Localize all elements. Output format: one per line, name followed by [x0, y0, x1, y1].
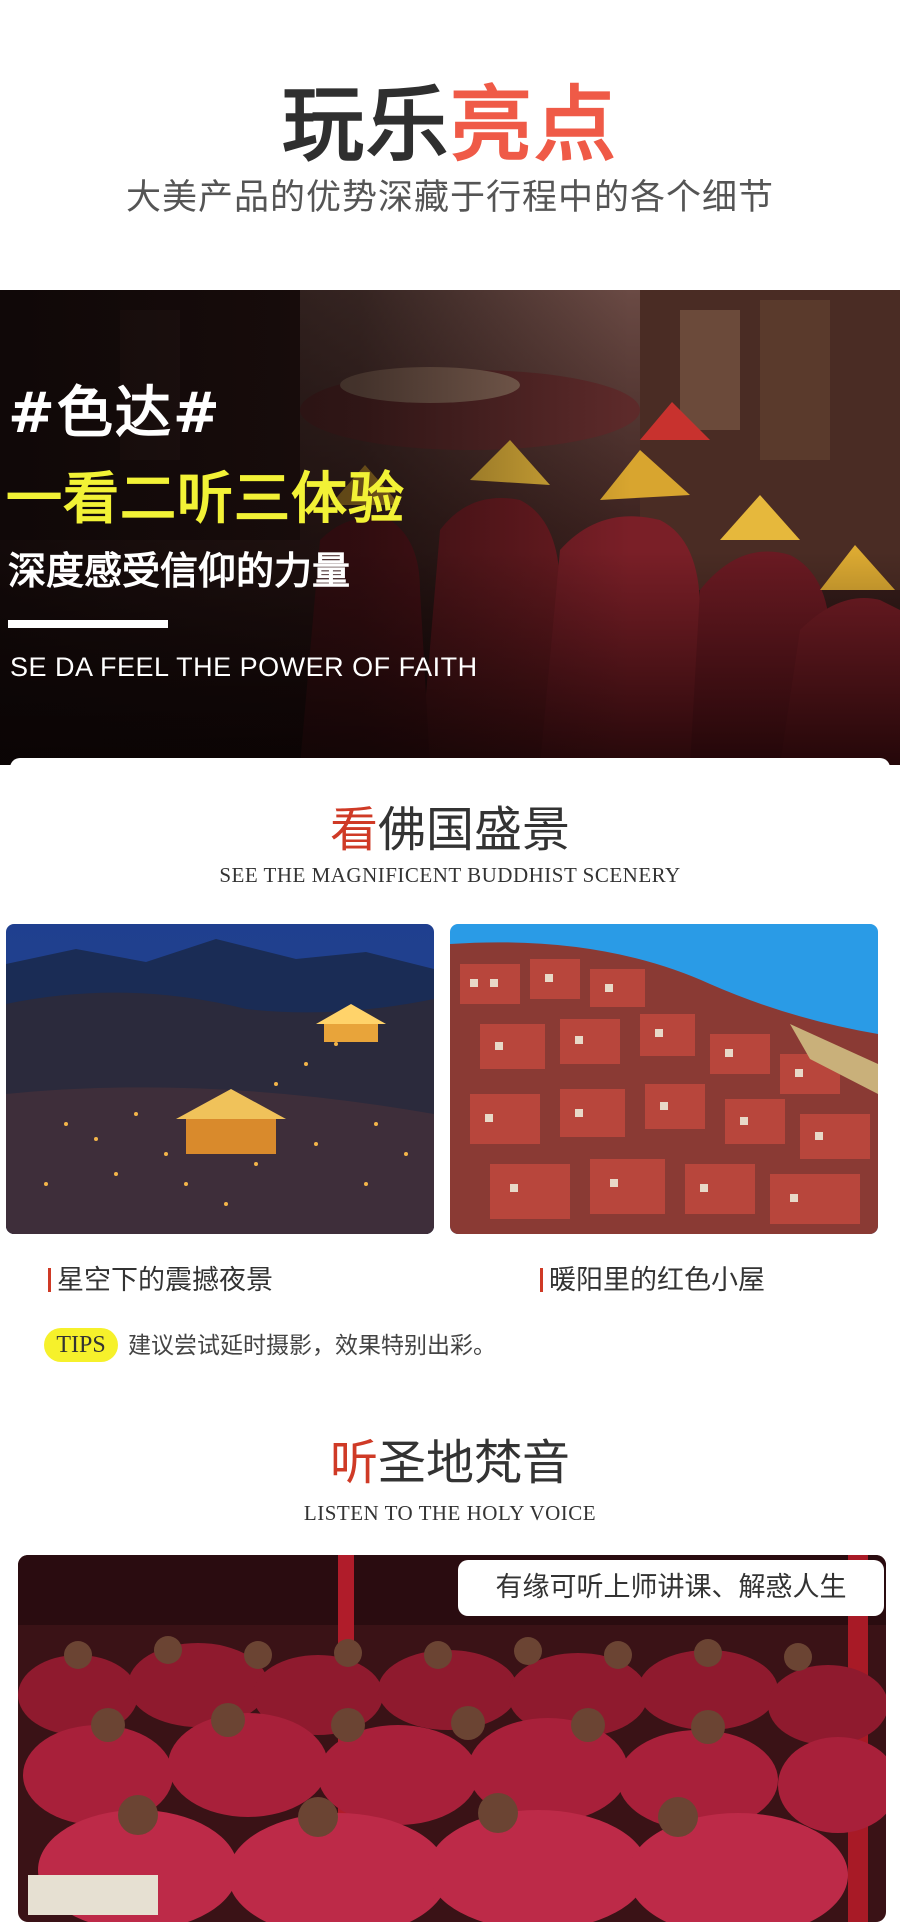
scenery-english: SEE THE MAGNIFICENT BUDDHIST SCENERY: [219, 863, 681, 887]
red-houses-caption-text: 暖阳里的红色小屋: [549, 1265, 765, 1296]
night-scene-image: [6, 924, 434, 1234]
page: 玩乐亮点 大美产品的优势深藏于行程中的各个细节 #色达# 一看二听三体验 深度感…: [0, 0, 900, 1928]
night-view-photo: [6, 924, 434, 1234]
hero-divider: [8, 620, 168, 628]
voice-title: 听圣地梵音: [0, 1435, 900, 1491]
voice-english: LISTEN TO THE HOLY VOICE: [303, 1501, 597, 1525]
title-accent: 亮点: [450, 78, 619, 173]
page-subtitle: 大美产品的优势深藏于行程中的各个细节: [125, 178, 774, 218]
red-houses-image: [450, 924, 878, 1234]
hero-subtitle: 深度感受信仰的力量: [8, 549, 351, 593]
page-title: 玩乐亮点: [0, 78, 900, 174]
red-houses-photo: [450, 924, 878, 1234]
scenery-title-accent: 看: [329, 802, 378, 858]
voice-caption-bubble: 有缘可听上师讲课、解惑人生: [458, 1560, 884, 1616]
scenery-title: 看佛国盛景: [0, 802, 900, 858]
hero-tag: #色达#: [8, 381, 222, 446]
hero-headline: 一看二听三体验: [6, 467, 405, 532]
hero-english-caption: SE DA FEEL THE POWER OF FAITH: [10, 652, 478, 682]
caption-marker: [48, 1268, 51, 1292]
night-view-caption: 星空下的震撼夜景: [48, 1264, 273, 1298]
scenery-title-rest: 佛国盛景: [378, 802, 571, 858]
caption-marker: [540, 1268, 543, 1292]
tips-text: 建议尝试延时摄影，效果特别出彩。: [128, 1333, 496, 1359]
red-houses-caption: 暖阳里的红色小屋: [540, 1264, 765, 1298]
hero-banner: #色达# 一看二听三体验 深度感受信仰的力量 SE DA FEEL THE PO…: [0, 290, 900, 765]
title-plain: 玩乐: [281, 78, 450, 173]
tips-badge: TIPS: [44, 1328, 118, 1362]
night-view-caption-text: 星空下的震撼夜景: [57, 1265, 273, 1296]
voice-title-rest: 圣地梵音: [378, 1435, 571, 1491]
voice-title-accent: 听: [329, 1435, 378, 1491]
